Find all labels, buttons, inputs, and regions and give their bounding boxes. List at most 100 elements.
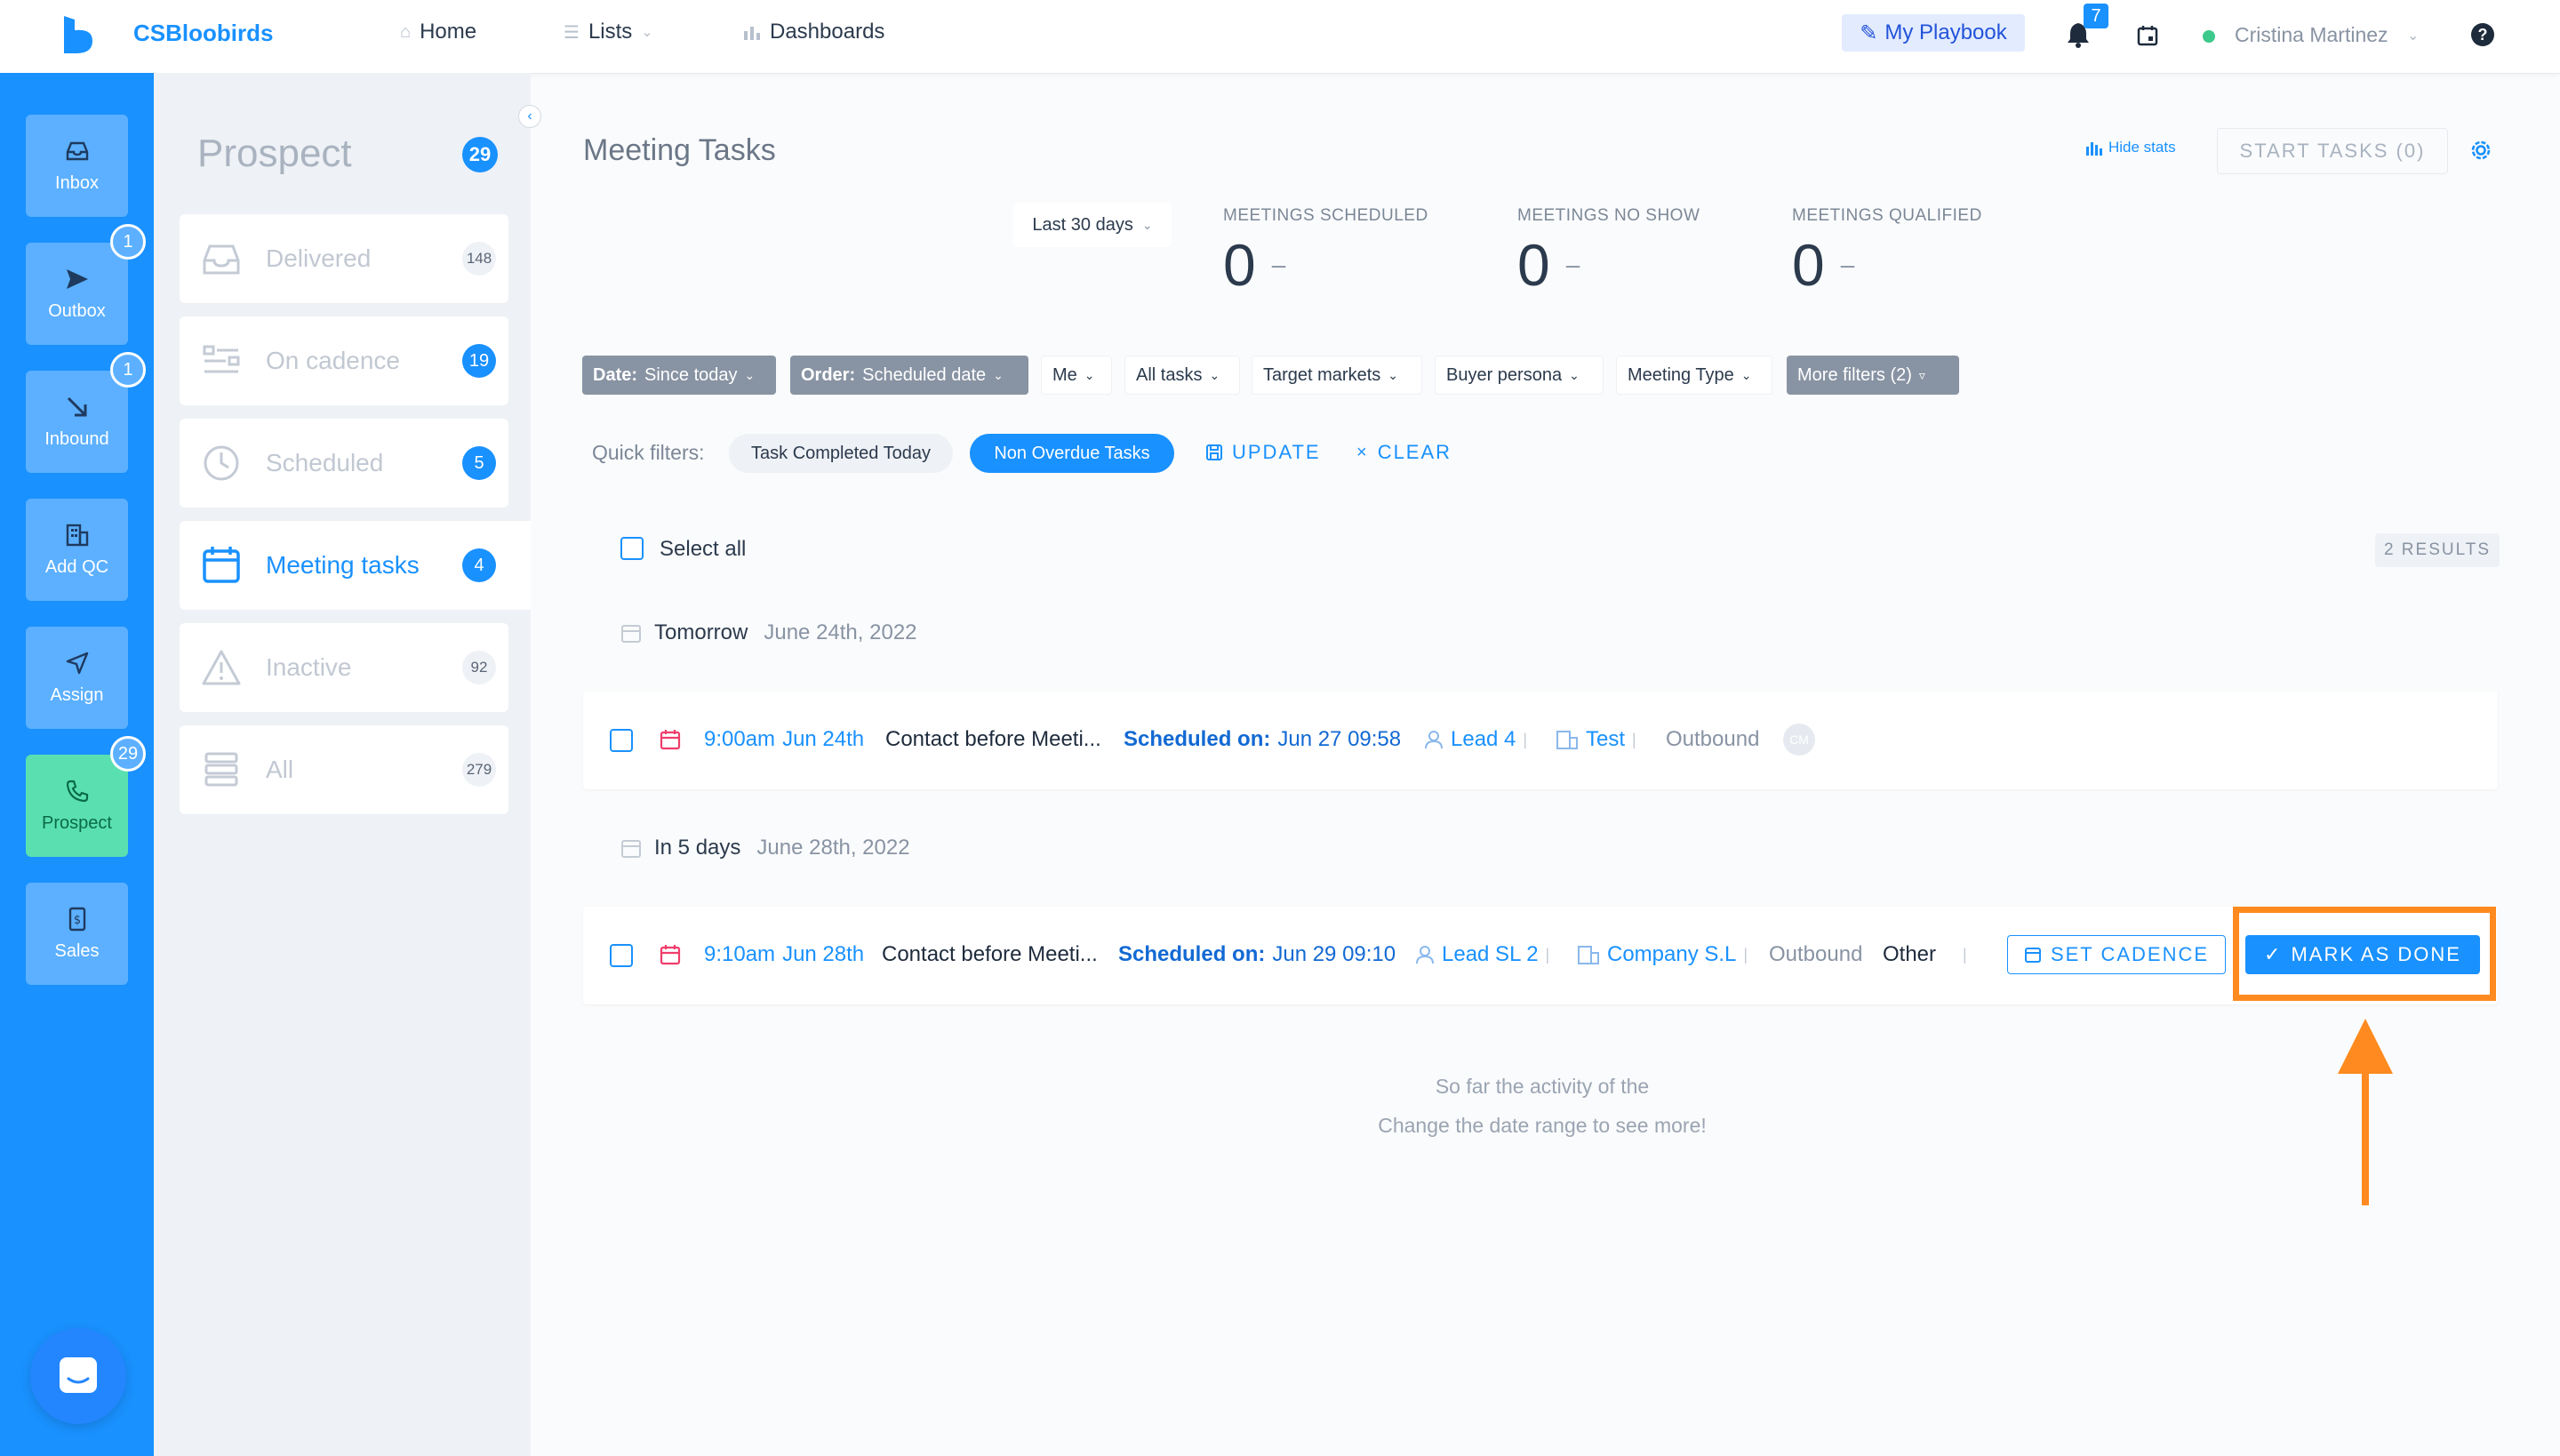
stat-meetings-no-show: MEETINGS NO SHOW 0 – <box>1517 206 1700 299</box>
stat-label: MEETINGS SCHEDULED <box>1223 206 1428 225</box>
filter-meeting-type[interactable]: Meeting Type ⌄ <box>1616 356 1772 395</box>
sidebar-item-inactive[interactable]: Inactive 92 <box>180 623 508 712</box>
day-date: June 28th, 2022 <box>756 836 910 860</box>
task-row[interactable]: 9:00am Jun 24th Contact before Meeti... … <box>583 692 2498 789</box>
filter-more-filters[interactable]: More filters (2) ▿ <box>1787 356 1959 395</box>
filter-target-markets[interactable]: Target markets ⌄ <box>1252 356 1422 395</box>
assignee-avatar[interactable]: CM <box>1783 724 1815 756</box>
sidebar-item-label: Delivered <box>266 244 372 272</box>
filter-meeting-type-label: Meeting Type <box>1628 364 1734 385</box>
rail-prospect-badge: 29 <box>110 736 146 772</box>
hide-stats-link[interactable]: Hide stats <box>2085 139 2176 156</box>
rail-assign-button[interactable]: Assign <box>26 627 128 729</box>
inbox-icon <box>66 141 88 161</box>
day-group-header: Tomorrow June 24th, 2022 <box>620 620 917 645</box>
separator: | <box>1545 945 1550 964</box>
user-menu[interactable]: Cristina Martinez <box>2235 23 2388 47</box>
rail-sales-button[interactable]: $ Sales <box>26 883 128 985</box>
rail-inbox-label: Inbox <box>55 173 99 193</box>
quick-filter-task-completed[interactable]: Task Completed Today <box>729 434 953 473</box>
task-company[interactable]: Company S.L | <box>1577 942 1748 967</box>
filter-order[interactable]: Order: Scheduled date ⌄ <box>790 356 1028 395</box>
person-icon <box>1425 731 1443 749</box>
day-group-header: In 5 days June 28th, 2022 <box>620 836 910 860</box>
stat-value: 0 <box>1792 232 1825 298</box>
clear-button[interactable]: × CLEAR <box>1356 441 1452 464</box>
nav-home[interactable]: ⌂ Home <box>400 20 476 44</box>
filter-all-tasks[interactable]: All tasks ⌄ <box>1124 356 1240 395</box>
calendar-icon <box>660 945 681 965</box>
notifications-badge: 7 <box>2084 4 2108 28</box>
empty-state-line-1: So far the activity of the <box>1435 1075 1650 1098</box>
stat-value: 0 <box>1517 232 1550 298</box>
company-name: Test <box>1586 727 1626 751</box>
results-count-badge: 2 RESULTS <box>2375 533 2500 567</box>
task-source: Outbound <box>1666 727 1760 751</box>
task-title[interactable]: Contact before Meeti... <box>882 942 1098 967</box>
brand-name[interactable]: CSBloobirds <box>133 20 273 47</box>
rail-prospect-button[interactable]: Prospect <box>26 755 128 857</box>
warning-icon <box>202 650 241 685</box>
sidebar-item-count: 92 <box>462 651 496 684</box>
task-checkbox[interactable] <box>610 729 633 752</box>
separator: | <box>1632 730 1636 748</box>
nav-home-label: Home <box>420 20 477 44</box>
task-scheduled-on: Scheduled on: Jun 27 09:58 <box>1124 727 1401 752</box>
separator: | <box>1963 945 1967 964</box>
filter-buyer-persona[interactable]: Buyer persona ⌄ <box>1435 356 1604 395</box>
rail-inbox-button[interactable]: Inbox <box>26 115 128 217</box>
calendar-icon <box>203 547 240 583</box>
stat-label: MEETINGS QUALIFIED <box>1792 206 1982 225</box>
task-day-value: Jun 28th <box>782 942 865 966</box>
task-checkbox[interactable] <box>610 944 633 967</box>
filter-date[interactable]: Date: Since today ⌄ <box>582 356 776 395</box>
my-playbook-button[interactable]: ✎ My Playbook <box>1842 14 2025 52</box>
calendar-icon <box>621 625 641 643</box>
quick-filters-label: Quick filters: <box>592 441 705 464</box>
filter-more-filters-label: More filters (2) <box>1797 364 1912 385</box>
gear-icon[interactable] <box>2468 137 2494 164</box>
bar-chart-icon <box>744 27 760 40</box>
building-icon <box>66 524 88 547</box>
start-tasks-button[interactable]: START TASKS (0) <box>2217 128 2448 174</box>
task-lead[interactable]: Lead SL 2 | <box>1415 942 1549 967</box>
filter-me[interactable]: Me ⌄ <box>1041 356 1112 395</box>
clear-label: CLEAR <box>1377 441 1452 463</box>
nav-lists[interactable]: ☰ Lists ⌄ <box>564 20 653 44</box>
task-time-value: 9:10am <box>704 942 776 966</box>
select-all-checkbox[interactable] <box>620 537 644 560</box>
rail-outbox-button[interactable]: Outbox <box>26 243 128 345</box>
sidebar-title-count: 29 <box>462 137 498 172</box>
filter-order-value: Scheduled date <box>862 364 987 385</box>
send-icon <box>66 269 88 289</box>
date-range-select[interactable]: Last 30 days ⌄ <box>1013 203 1172 247</box>
nav-dashboards[interactable]: Dashboards <box>743 20 884 44</box>
task-type-value: Other <box>1883 942 1937 966</box>
stat-value: 0 <box>1223 232 1256 298</box>
sidebar-item-label: Inactive <box>266 653 352 681</box>
collapse-sidebar-button[interactable]: ‹ <box>518 105 541 128</box>
sidebar-item-all[interactable]: All 279 <box>180 725 508 814</box>
lead-name: Lead 4 <box>1451 727 1516 751</box>
quick-filter-non-overdue[interactable]: Non Overdue Tasks <box>970 434 1174 473</box>
calendar-icon[interactable] <box>2137 25 2158 46</box>
chevron-down-icon[interactable]: ⌄ <box>2407 27 2419 44</box>
calendar-icon <box>621 840 641 858</box>
sidebar-item-on-cadence[interactable]: On cadence 19 <box>180 316 508 405</box>
update-button[interactable]: UPDATE <box>1205 441 1321 464</box>
chat-launcher-button[interactable] <box>30 1328 126 1424</box>
lead-name: Lead SL 2 <box>1442 942 1539 966</box>
rail-add-qc-button[interactable]: Add QC <box>26 499 128 601</box>
task-lead[interactable]: Lead 4 | <box>1424 727 1527 752</box>
bloobirds-logo-icon[interactable] <box>62 16 96 53</box>
set-cadence-button[interactable]: SET CADENCE <box>2007 935 2226 974</box>
help-icon[interactable]: ? <box>2471 23 2494 46</box>
task-title[interactable]: Contact before Meeti... <box>885 727 1101 752</box>
chat-icon <box>60 1357 97 1393</box>
task-company[interactable]: Test | <box>1556 727 1636 752</box>
dollar-icon: $ <box>68 907 85 932</box>
rail-inbound-button[interactable]: Inbound <box>26 371 128 473</box>
sidebar-item-scheduled[interactable]: Scheduled 5 <box>180 419 508 508</box>
sidebar-item-meeting-tasks[interactable]: Meeting tasks 4 <box>180 521 531 610</box>
sidebar-item-delivered[interactable]: Delivered 148 <box>180 214 508 303</box>
